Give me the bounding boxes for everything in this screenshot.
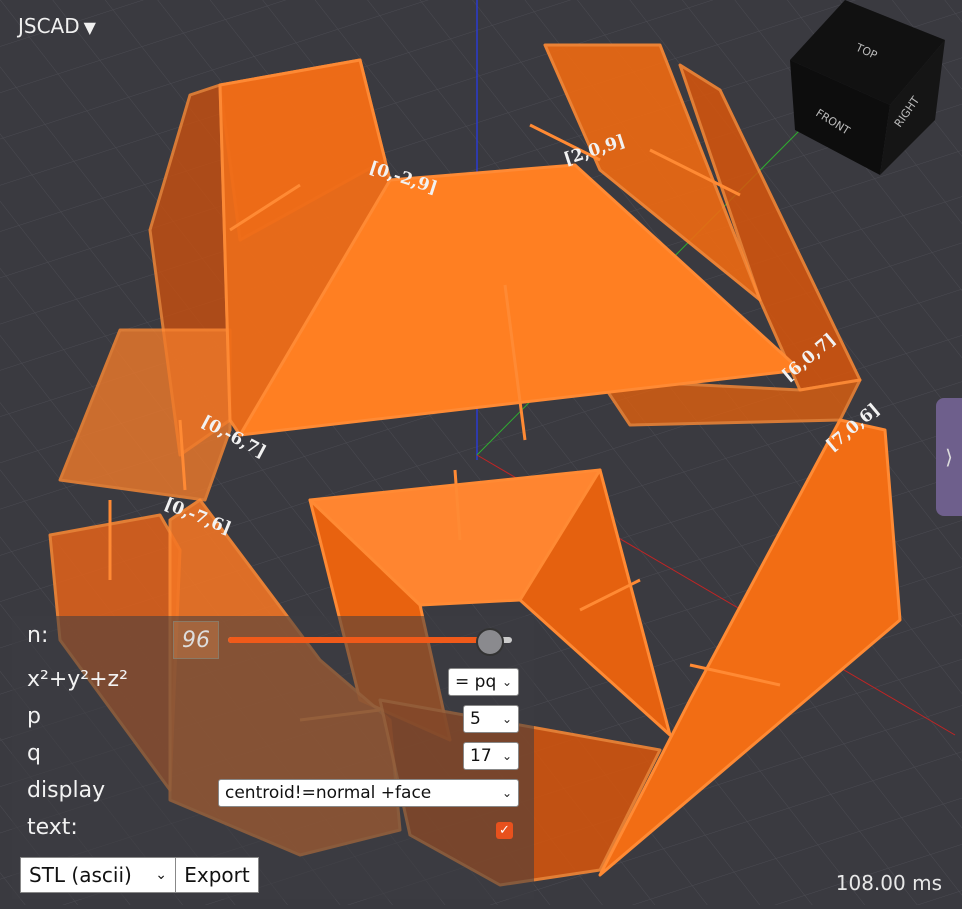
display-select[interactable]: centroid!=normal +face ⌄ bbox=[218, 779, 519, 807]
equation-select[interactable]: = pq ⌄ bbox=[448, 668, 519, 696]
param-equation-label: x²+y²+z² bbox=[27, 667, 128, 692]
q-value: 17 bbox=[470, 746, 492, 766]
check-icon: ✓ bbox=[499, 823, 510, 838]
display-value: centroid!=normal +face bbox=[225, 783, 432, 803]
chevron-right-icon: ⟩ bbox=[945, 445, 953, 469]
side-panel-toggle[interactable]: ⟩ bbox=[936, 398, 962, 516]
render-time: 108.00 ms bbox=[835, 871, 942, 895]
param-n-label: n: bbox=[27, 623, 49, 648]
slider-fill bbox=[228, 637, 484, 643]
p-value: 5 bbox=[470, 709, 481, 729]
chevron-down-icon: ⌄ bbox=[501, 675, 512, 689]
export-format-select[interactable]: STL (ascii) ⌄ bbox=[20, 857, 176, 893]
app-title: JSCAD bbox=[18, 14, 80, 38]
text-checkbox[interactable]: ✓ bbox=[496, 822, 513, 839]
param-n-slider[interactable] bbox=[228, 637, 512, 643]
param-p-label: p bbox=[27, 704, 41, 729]
chevron-down-icon: ⌄ bbox=[155, 867, 167, 883]
slider-thumb[interactable] bbox=[476, 628, 504, 656]
param-display-label: display bbox=[27, 778, 106, 803]
p-select[interactable]: 5 ⌄ bbox=[463, 705, 519, 733]
chevron-down-icon: ⌄ bbox=[501, 712, 512, 726]
chevron-down-icon: ⌄ bbox=[501, 786, 512, 800]
export-button[interactable]: Export bbox=[175, 857, 259, 893]
param-q-label: q bbox=[27, 741, 41, 766]
q-select[interactable]: 17 ⌄ bbox=[463, 742, 519, 770]
chevron-down-icon: ⌄ bbox=[501, 749, 512, 763]
export-format-value: STL (ascii) bbox=[29, 863, 132, 887]
equation-value: = pq bbox=[455, 672, 497, 692]
param-n-value[interactable]: 96 bbox=[173, 621, 219, 659]
caret-down-icon: ▼ bbox=[83, 18, 96, 37]
app-menu[interactable]: JSCAD ▼ bbox=[18, 14, 96, 38]
param-text-label: text: bbox=[27, 815, 78, 840]
